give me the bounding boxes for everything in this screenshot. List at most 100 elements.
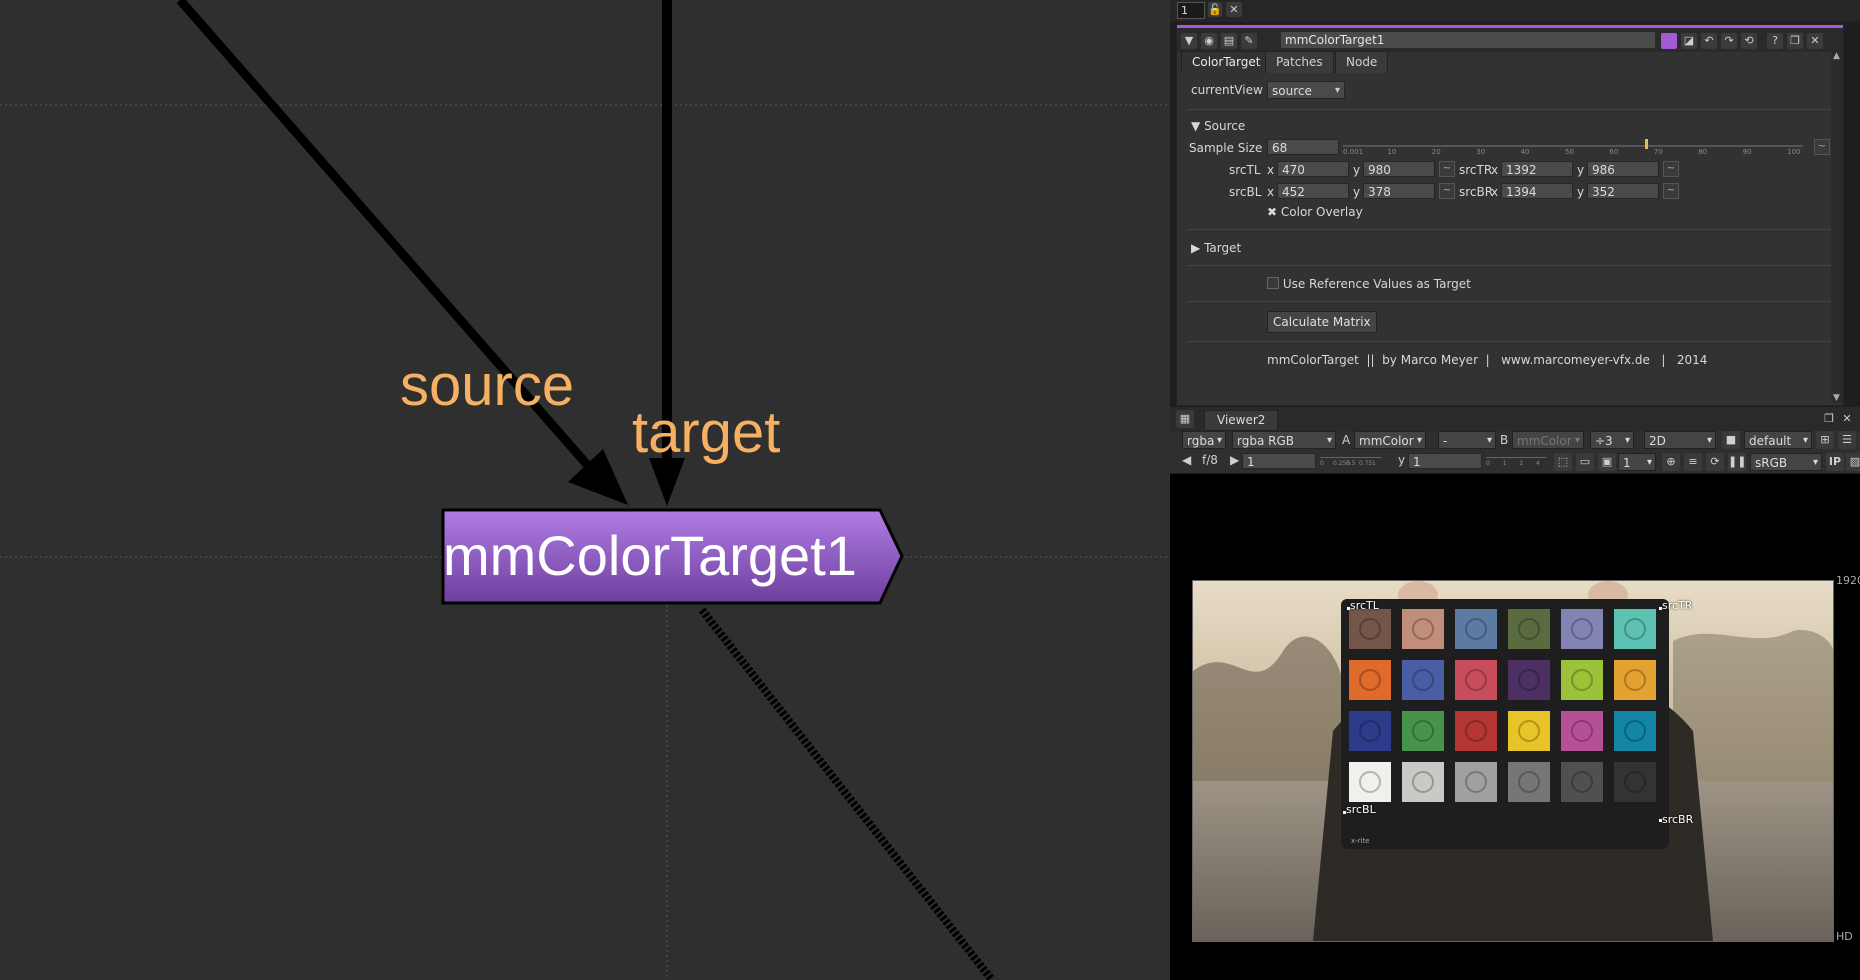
tab-node[interactable]: Node xyxy=(1335,51,1389,73)
node-graph[interactable]: source target mmColorTarget1 xyxy=(0,0,1170,980)
use-reference-toggle[interactable]: Use Reference Values as Target xyxy=(1267,277,1471,291)
viewer2-tab[interactable]: Viewer2 xyxy=(1204,410,1279,431)
panel-menu-icon[interactable]: ▦ xyxy=(1176,410,1194,428)
wrench-icon[interactable]: ✎ xyxy=(1241,33,1257,49)
slider-handle[interactable] xyxy=(1644,139,1648,149)
fstop-label[interactable]: f/8 xyxy=(1202,453,1218,467)
srctl-x-input[interactable]: 470 xyxy=(1277,161,1349,177)
slider-tick: 70 xyxy=(1653,148,1663,156)
gamma-input[interactable]: 1 xyxy=(1408,453,1482,469)
checkbox-unchecked-icon[interactable] xyxy=(1267,277,1279,289)
revert-icon[interactable]: ⟲ xyxy=(1741,33,1757,49)
patch-sample-dot xyxy=(1571,771,1593,793)
view-mode-dropdown[interactable]: 2D xyxy=(1644,431,1716,450)
patch-sample-dot xyxy=(1412,669,1434,691)
settings-icon[interactable]: ☰ xyxy=(1838,431,1856,449)
step-forward-icon[interactable]: ▶ xyxy=(1230,453,1239,467)
color-overlay-toggle[interactable]: ✖ Color Overlay xyxy=(1267,205,1363,219)
region-icon[interactable]: ▭ xyxy=(1576,453,1594,471)
refresh-icon[interactable]: ⟳ xyxy=(1706,453,1724,471)
float-icon[interactable]: ❐ xyxy=(1787,33,1803,49)
srctl-animation-icon[interactable]: ~ xyxy=(1439,161,1455,177)
close-viewer-icon[interactable]: ✕ xyxy=(1838,410,1856,428)
a-operation-dropdown[interactable]: - xyxy=(1438,431,1496,450)
properties-scrollbar[interactable]: ▲ ▼ xyxy=(1831,51,1843,403)
lock-icon[interactable]: 🔓 xyxy=(1208,2,1222,17)
sample-size-animation-icon[interactable]: ~ xyxy=(1814,139,1830,155)
wipe-icon[interactable]: ▨ xyxy=(1846,453,1860,471)
b-input-dropdown[interactable]: mmColor xyxy=(1512,431,1584,450)
camera-icon[interactable]: ▤ xyxy=(1221,33,1237,49)
close-panel-icon[interactable]: ✕ xyxy=(1807,33,1823,49)
patch-sample-dot xyxy=(1359,771,1381,793)
srcbr-y-input[interactable]: 352 xyxy=(1587,183,1659,199)
format-width-label: 1920 xyxy=(1836,574,1860,587)
viewer-canvas[interactable]: 1920 HD x-rite xyxy=(1170,474,1860,980)
calculate-matrix-button[interactable]: Calculate Matrix xyxy=(1267,311,1377,333)
srcbr-x-input[interactable]: 1394 xyxy=(1501,183,1573,199)
srcbr-animation-icon[interactable]: ~ xyxy=(1663,183,1679,199)
output-wire[interactable] xyxy=(698,607,996,980)
undo-icon[interactable]: ↶ xyxy=(1701,33,1717,49)
sample-size-label: Sample Size xyxy=(1189,141,1263,155)
zoom-dropdown[interactable]: ÷3 xyxy=(1590,431,1634,450)
srcbl-x-input[interactable]: 452 xyxy=(1277,183,1349,199)
srcbl-animation-icon[interactable]: ~ xyxy=(1439,183,1455,199)
gain-input[interactable]: 1 xyxy=(1242,453,1316,469)
node-color-swatch[interactable] xyxy=(1661,33,1677,49)
proxy-icon[interactable]: ▣ xyxy=(1598,453,1616,471)
srctr-x-input[interactable]: 1392 xyxy=(1501,161,1573,177)
source-section-label: Source xyxy=(1204,119,1246,133)
camera-icon[interactable]: ■ xyxy=(1722,431,1740,449)
a-input-label: A xyxy=(1342,433,1351,447)
patch-sample-dot xyxy=(1412,618,1434,640)
roi-icon[interactable]: ⊞ xyxy=(1816,431,1834,449)
pause-icon[interactable]: ❚❚ xyxy=(1728,453,1746,471)
viewer-image[interactable]: x-rite srcTL srcTR srcBL srcBR xyxy=(1192,580,1834,942)
patch-sample-dot xyxy=(1518,618,1540,640)
float-icon[interactable]: ❐ xyxy=(1820,410,1838,428)
colorspace-dropdown[interactable]: sRGB xyxy=(1750,453,1822,472)
patch-sample-dot xyxy=(1624,720,1646,742)
target-icon[interactable]: ⊕ xyxy=(1662,453,1680,471)
gain-slider[interactable]: 0 0.250 0.5 0.75 1 xyxy=(1320,453,1382,469)
half-tone-icon[interactable]: ◪ xyxy=(1681,33,1697,49)
srctl-y-input[interactable]: 980 xyxy=(1363,161,1435,177)
step-back-icon[interactable]: ◀ xyxy=(1182,453,1191,467)
srcbl-y-input[interactable]: 378 xyxy=(1363,183,1435,199)
viewer-dot-icon[interactable]: ◉ xyxy=(1201,33,1217,49)
sample-size-input[interactable]: 68 xyxy=(1267,139,1339,155)
patch-sample-dot xyxy=(1624,669,1646,691)
currentview-dropdown[interactable]: source xyxy=(1267,81,1345,100)
input-process-button[interactable]: IP xyxy=(1826,453,1844,471)
checkbox-checked-icon[interactable]: ✖ xyxy=(1267,205,1277,219)
target-section-toggle[interactable]: ▶ Target xyxy=(1191,241,1241,255)
gamma-slider[interactable]: 0 1 2 4 xyxy=(1486,453,1546,469)
srctr-y-input[interactable]: 986 xyxy=(1587,161,1659,177)
tab-patches[interactable]: Patches xyxy=(1265,51,1334,73)
sample-size-slider[interactable]: 0.001 10 20 30 40 50 60 70 80 90 100 xyxy=(1343,137,1803,157)
max-panels-input[interactable]: 1 xyxy=(1177,2,1205,19)
clear-panels-icon[interactable]: ✕ xyxy=(1226,2,1242,17)
channels-dropdown[interactable]: rgba xyxy=(1182,431,1226,450)
lut-dropdown[interactable]: default xyxy=(1744,431,1812,450)
help-icon[interactable]: ? xyxy=(1767,33,1783,49)
source-section-toggle[interactable]: ▼ Source xyxy=(1191,119,1245,133)
collapse-arrow-icon[interactable]: ▼ xyxy=(1181,33,1197,49)
scroll-up-icon[interactable]: ▲ xyxy=(1833,51,1840,61)
node-name-input[interactable]: mmColorTarget1 xyxy=(1281,32,1655,48)
srcbl-label: srcBL xyxy=(1229,185,1262,199)
clip-icon[interactable]: ⬚ xyxy=(1554,453,1572,471)
patch-sample-dot xyxy=(1518,669,1540,691)
srctr-animation-icon[interactable]: ~ xyxy=(1663,161,1679,177)
frame-dropdown[interactable]: 1 xyxy=(1618,453,1656,472)
patch-sample-dot xyxy=(1359,669,1381,691)
mmcolortarget-node[interactable]: mmColorTarget1 xyxy=(443,509,883,603)
tab-colortarget[interactable]: ColorTarget xyxy=(1181,51,1272,73)
properties-toolbar: 1 🔓 ✕ xyxy=(1170,0,1860,22)
scroll-down-icon[interactable]: ▼ xyxy=(1833,393,1840,403)
channels-rgb-dropdown[interactable]: rgba RGB xyxy=(1232,431,1336,450)
menu-lines-icon[interactable]: ≡ xyxy=(1684,453,1702,471)
redo-icon[interactable]: ↷ xyxy=(1721,33,1737,49)
a-input-dropdown[interactable]: mmColor xyxy=(1354,431,1426,450)
